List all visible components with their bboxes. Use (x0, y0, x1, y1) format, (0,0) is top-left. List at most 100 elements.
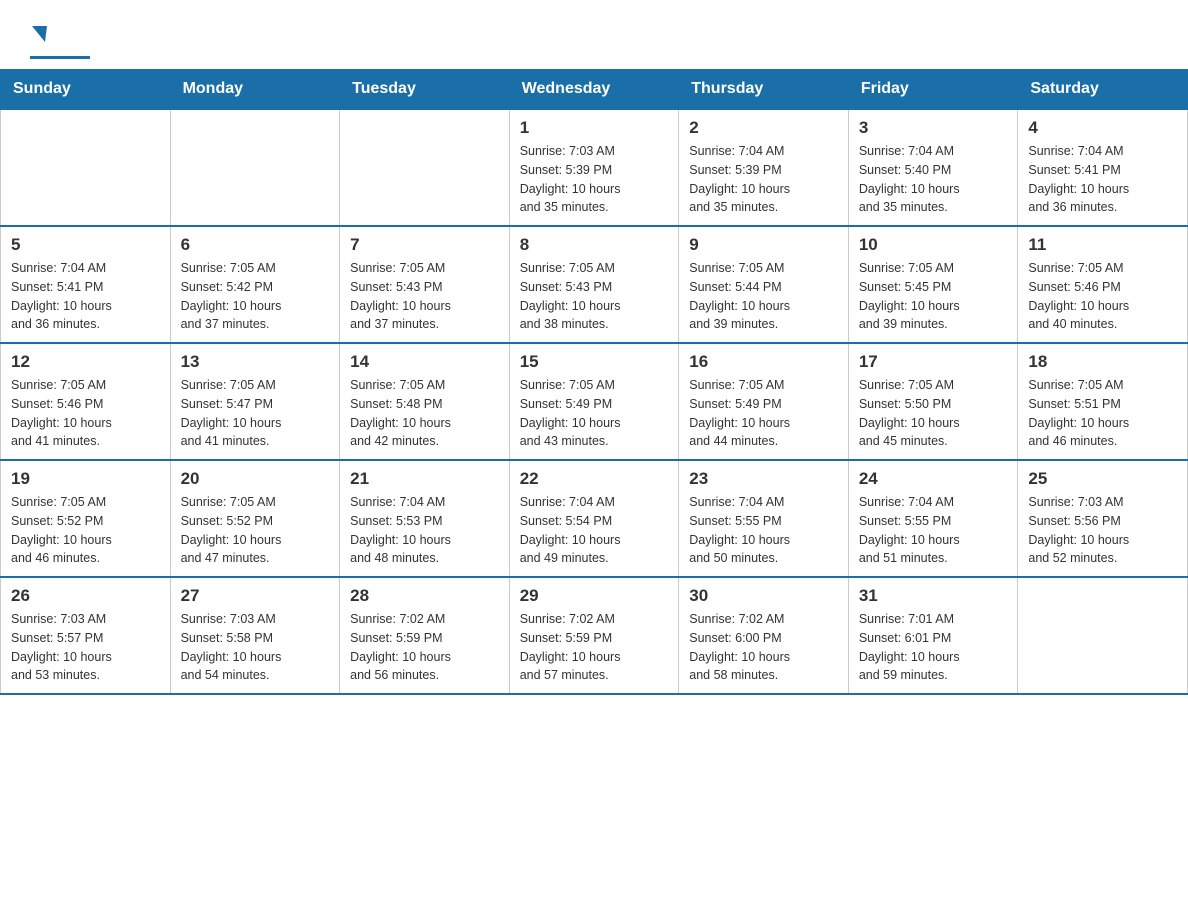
day-info: Sunrise: 7:03 AM Sunset: 5:39 PM Dayligh… (520, 142, 669, 217)
day-info: Sunrise: 7:02 AM Sunset: 5:59 PM Dayligh… (520, 610, 669, 685)
calendar-cell (340, 109, 510, 226)
day-number: 12 (11, 352, 160, 372)
day-info: Sunrise: 7:04 AM Sunset: 5:55 PM Dayligh… (859, 493, 1008, 568)
calendar-cell: 15Sunrise: 7:05 AM Sunset: 5:49 PM Dayli… (509, 343, 679, 460)
day-info: Sunrise: 7:05 AM Sunset: 5:43 PM Dayligh… (520, 259, 669, 334)
day-info: Sunrise: 7:05 AM Sunset: 5:52 PM Dayligh… (181, 493, 330, 568)
day-info: Sunrise: 7:04 AM Sunset: 5:41 PM Dayligh… (11, 259, 160, 334)
day-info: Sunrise: 7:03 AM Sunset: 5:58 PM Dayligh… (181, 610, 330, 685)
weekday-header-monday: Monday (170, 70, 340, 110)
calendar-week-row: 12 Sunrise: 7:05 AM Sunset: 5:46 PM Dayli… (1, 343, 1188, 460)
weekday-header-saturday: Saturday (1018, 70, 1188, 110)
day-number: 19 (11, 469, 160, 489)
day-info: Sunrise: 7:03 AM Sunset: 5:56 PM Dayligh… (1028, 493, 1177, 568)
day-info: Sunrise: 7:05 AM Sunset: 5:44 PM Dayligh… (689, 259, 838, 334)
calendar-cell: 14 Sunrise: 7:05 AM Sunset: 5:48 PM Dayli… (340, 343, 510, 460)
logo (30, 20, 90, 59)
day-info: Sunrise: 7:03 AM Sunset: 5:57 PM Dayligh… (11, 610, 160, 685)
calendar-cell: 7 Sunrise: 7:05 AM Sunset: 5:43 PM Daylig… (340, 226, 510, 343)
weekday-header-tuesday: Tuesday (340, 70, 510, 110)
calendar-week-row: 1Sunrise: 7:03 AM Sunset: 5:39 PM Daylig… (1, 109, 1188, 226)
calendar-cell: 22 Sunrise: 7:04 AM Sunset: 5:54 PM Dayli… (509, 460, 679, 577)
day-number: 25 (1028, 469, 1177, 489)
day-info: Sunrise: 7:05 AM Sunset: 5:46 PM Dayligh… (1028, 259, 1177, 334)
calendar-cell: 31 Sunrise: 7:01 AM Sunset: 6:01 PM Dayli… (848, 577, 1018, 694)
calendar-cell: 18 Sunrise: 7:05 AM Sunset: 5:51 PM Dayli… (1018, 343, 1188, 460)
day-number: 21 (350, 469, 499, 489)
day-number: 11 (1028, 235, 1177, 255)
calendar-cell: 23 Sunrise: 7:04 AM Sunset: 5:55 PM Dayli… (679, 460, 849, 577)
calendar-cell (1018, 577, 1188, 694)
calendar-cell: 10 Sunrise: 7:05 AM Sunset: 5:45 PM Dayli… (848, 226, 1018, 343)
day-number: 27 (181, 586, 330, 606)
day-info: Sunrise: 7:05 AM Sunset: 5:50 PM Dayligh… (859, 376, 1008, 451)
day-number: 2 (689, 118, 838, 138)
calendar-cell: 5 Sunrise: 7:04 AM Sunset: 5:41 PM Daylig… (1, 226, 171, 343)
calendar-cell: 29 Sunrise: 7:02 AM Sunset: 5:59 PM Dayli… (509, 577, 679, 694)
day-number: 29 (520, 586, 669, 606)
day-info: Sunrise: 7:05 AM Sunset: 5:52 PM Dayligh… (11, 493, 160, 568)
day-info: Sunrise: 7:04 AM Sunset: 5:39 PM Dayligh… (689, 142, 838, 217)
page-header (0, 0, 1188, 69)
day-info: Sunrise: 7:04 AM Sunset: 5:53 PM Dayligh… (350, 493, 499, 568)
calendar-cell: 9 Sunrise: 7:05 AM Sunset: 5:44 PM Daylig… (679, 226, 849, 343)
calendar-cell: 21 Sunrise: 7:04 AM Sunset: 5:53 PM Dayli… (340, 460, 510, 577)
day-info: Sunrise: 7:02 AM Sunset: 6:00 PM Dayligh… (689, 610, 838, 685)
day-info: Sunrise: 7:05 AM Sunset: 5:45 PM Dayligh… (859, 259, 1008, 334)
calendar-cell: 1Sunrise: 7:03 AM Sunset: 5:39 PM Daylig… (509, 109, 679, 226)
day-number: 3 (859, 118, 1008, 138)
day-number: 7 (350, 235, 499, 255)
day-number: 9 (689, 235, 838, 255)
calendar-cell: 11 Sunrise: 7:05 AM Sunset: 5:46 PM Dayli… (1018, 226, 1188, 343)
calendar-cell: 17 Sunrise: 7:05 AM Sunset: 5:50 PM Dayli… (848, 343, 1018, 460)
logo-text (30, 20, 47, 54)
day-number: 18 (1028, 352, 1177, 372)
calendar-cell: 25 Sunrise: 7:03 AM Sunset: 5:56 PM Dayli… (1018, 460, 1188, 577)
day-info: Sunrise: 7:05 AM Sunset: 5:46 PM Dayligh… (11, 376, 160, 451)
day-info: Sunrise: 7:05 AM Sunset: 5:48 PM Dayligh… (350, 376, 499, 451)
calendar-week-row: 19 Sunrise: 7:05 AM Sunset: 5:52 PM Dayli… (1, 460, 1188, 577)
day-number: 26 (11, 586, 160, 606)
day-info: Sunrise: 7:05 AM Sunset: 5:47 PM Dayligh… (181, 376, 330, 451)
day-number: 5 (11, 235, 160, 255)
calendar-cell: 13Sunrise: 7:05 AM Sunset: 5:47 PM Dayli… (170, 343, 340, 460)
day-number: 28 (350, 586, 499, 606)
day-number: 23 (689, 469, 838, 489)
calendar-cell: 30 Sunrise: 7:02 AM Sunset: 6:00 PM Dayli… (679, 577, 849, 694)
day-info: Sunrise: 7:05 AM Sunset: 5:42 PM Dayligh… (181, 259, 330, 334)
day-info: Sunrise: 7:02 AM Sunset: 5:59 PM Dayligh… (350, 610, 499, 685)
calendar-cell: 24 Sunrise: 7:04 AM Sunset: 5:55 PM Dayli… (848, 460, 1018, 577)
day-info: Sunrise: 7:04 AM Sunset: 5:41 PM Dayligh… (1028, 142, 1177, 217)
day-number: 17 (859, 352, 1008, 372)
weekday-header-sunday: Sunday (1, 70, 171, 110)
calendar-week-row: 26 Sunrise: 7:03 AM Sunset: 5:57 PM Dayli… (1, 577, 1188, 694)
day-number: 15 (520, 352, 669, 372)
weekday-header-wednesday: Wednesday (509, 70, 679, 110)
calendar-cell: 16Sunrise: 7:05 AM Sunset: 5:49 PM Dayli… (679, 343, 849, 460)
weekday-header-friday: Friday (848, 70, 1018, 110)
calendar-cell: 2 Sunrise: 7:04 AM Sunset: 5:39 PM Daylig… (679, 109, 849, 226)
day-number: 30 (689, 586, 838, 606)
calendar-cell: 3Sunrise: 7:04 AM Sunset: 5:40 PM Daylig… (848, 109, 1018, 226)
day-info: Sunrise: 7:05 AM Sunset: 5:43 PM Dayligh… (350, 259, 499, 334)
day-info: Sunrise: 7:05 AM Sunset: 5:51 PM Dayligh… (1028, 376, 1177, 451)
calendar-table: SundayMondayTuesdayWednesdayThursdayFrid… (0, 69, 1188, 695)
calendar-week-row: 5 Sunrise: 7:04 AM Sunset: 5:41 PM Daylig… (1, 226, 1188, 343)
day-info: Sunrise: 7:04 AM Sunset: 5:54 PM Dayligh… (520, 493, 669, 568)
day-number: 14 (350, 352, 499, 372)
calendar-cell: 27 Sunrise: 7:03 AM Sunset: 5:58 PM Dayli… (170, 577, 340, 694)
day-number: 10 (859, 235, 1008, 255)
day-number: 22 (520, 469, 669, 489)
day-number: 31 (859, 586, 1008, 606)
calendar-cell: 20Sunrise: 7:05 AM Sunset: 5:52 PM Dayli… (170, 460, 340, 577)
calendar-cell: 12 Sunrise: 7:05 AM Sunset: 5:46 PM Dayli… (1, 343, 171, 460)
day-info: Sunrise: 7:04 AM Sunset: 5:55 PM Dayligh… (689, 493, 838, 568)
day-number: 24 (859, 469, 1008, 489)
calendar-cell: 8Sunrise: 7:05 AM Sunset: 5:43 PM Daylig… (509, 226, 679, 343)
day-number: 16 (689, 352, 838, 372)
calendar-cell (170, 109, 340, 226)
weekday-header-row: SundayMondayTuesdayWednesdayThursdayFrid… (1, 70, 1188, 110)
calendar-cell: 6Sunrise: 7:05 AM Sunset: 5:42 PM Daylig… (170, 226, 340, 343)
day-info: Sunrise: 7:01 AM Sunset: 6:01 PM Dayligh… (859, 610, 1008, 685)
day-number: 4 (1028, 118, 1177, 138)
